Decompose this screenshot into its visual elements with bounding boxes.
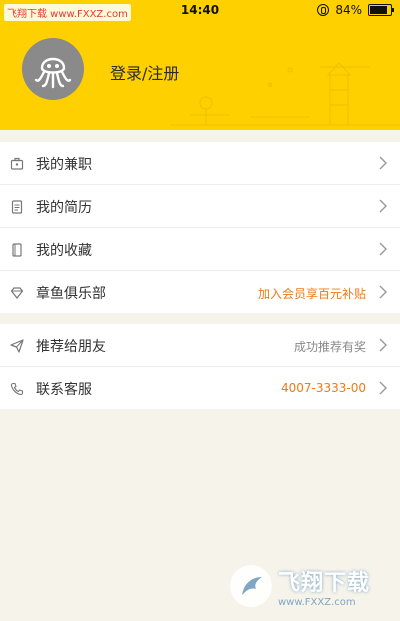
menu-item-label: 我的兼职 — [36, 157, 92, 173]
primary-menu: 我的兼职 我的简历 我的收藏 章鱼俱乐部 加入会员享百元补贴 — [0, 142, 400, 313]
watermark-title: 飞翔下载 — [278, 570, 371, 596]
diamond-icon — [10, 287, 24, 299]
support-phone-number[interactable]: 4007-3333-00 — [281, 381, 366, 395]
menu-item-my-jobs[interactable]: 我的兼职 — [0, 142, 400, 185]
document-icon — [11, 200, 23, 214]
chevron-right-icon — [379, 381, 387, 395]
chevron-right-icon — [379, 242, 387, 256]
menu-item-label: 推荐给朋友 — [36, 339, 106, 355]
menu-item-my-resume[interactable]: 我的简历 — [0, 185, 400, 228]
battery-level — [370, 6, 387, 14]
phone-icon — [10, 382, 24, 396]
menu-item-label: 联系客服 — [36, 382, 92, 398]
chevron-right-icon — [379, 156, 387, 170]
menu-item-label: 我的收藏 — [36, 243, 92, 259]
briefcase-icon — [10, 157, 24, 170]
battery-percent: 84% — [335, 3, 362, 17]
bottom-watermark: 飞翔下载 www.FXXZ.com — [230, 562, 395, 610]
menu-item-octopus-club[interactable]: 章鱼俱乐部 加入会员享百元补贴 — [0, 271, 400, 313]
send-icon — [10, 339, 24, 353]
profile-header: 飞翔下载 www.FXXZ.com 14:40 84% 登录/注册 — [0, 0, 400, 130]
rotation-lock-icon — [317, 4, 330, 16]
chevron-right-icon — [379, 199, 387, 213]
menu-item-contact-support[interactable]: 联系客服 4007-3333-00 — [0, 367, 400, 409]
status-right: 84% — [317, 3, 394, 17]
watermark-url: www.FXXZ.com — [278, 596, 356, 608]
watermark-logo-icon — [230, 565, 272, 607]
octopus-icon — [34, 57, 72, 89]
battery-icon — [368, 4, 394, 16]
chevron-right-icon — [379, 338, 387, 352]
lighthouse-illustration — [170, 62, 400, 126]
chevron-right-icon — [379, 285, 387, 299]
menu-item-recommend-friends[interactable]: 推荐给朋友 成功推荐有奖 — [0, 324, 400, 367]
menu-item-label: 我的简历 — [36, 200, 92, 216]
membership-promo-text: 加入会员享百元补贴 — [257, 287, 366, 301]
referral-reward-text: 成功推荐有奖 — [293, 340, 366, 354]
secondary-menu: 推荐给朋友 成功推荐有奖 联系客服 4007-3333-00 — [0, 324, 400, 409]
menu-item-my-favorites[interactable]: 我的收藏 — [0, 228, 400, 271]
bookmark-icon — [12, 243, 22, 257]
status-bar: 飞翔下载 www.FXXZ.com 14:40 84% — [0, 0, 400, 21]
menu-item-label: 章鱼俱乐部 — [36, 286, 106, 302]
login-register-link[interactable]: 登录/注册 — [110, 60, 179, 84]
avatar[interactable] — [22, 38, 84, 100]
